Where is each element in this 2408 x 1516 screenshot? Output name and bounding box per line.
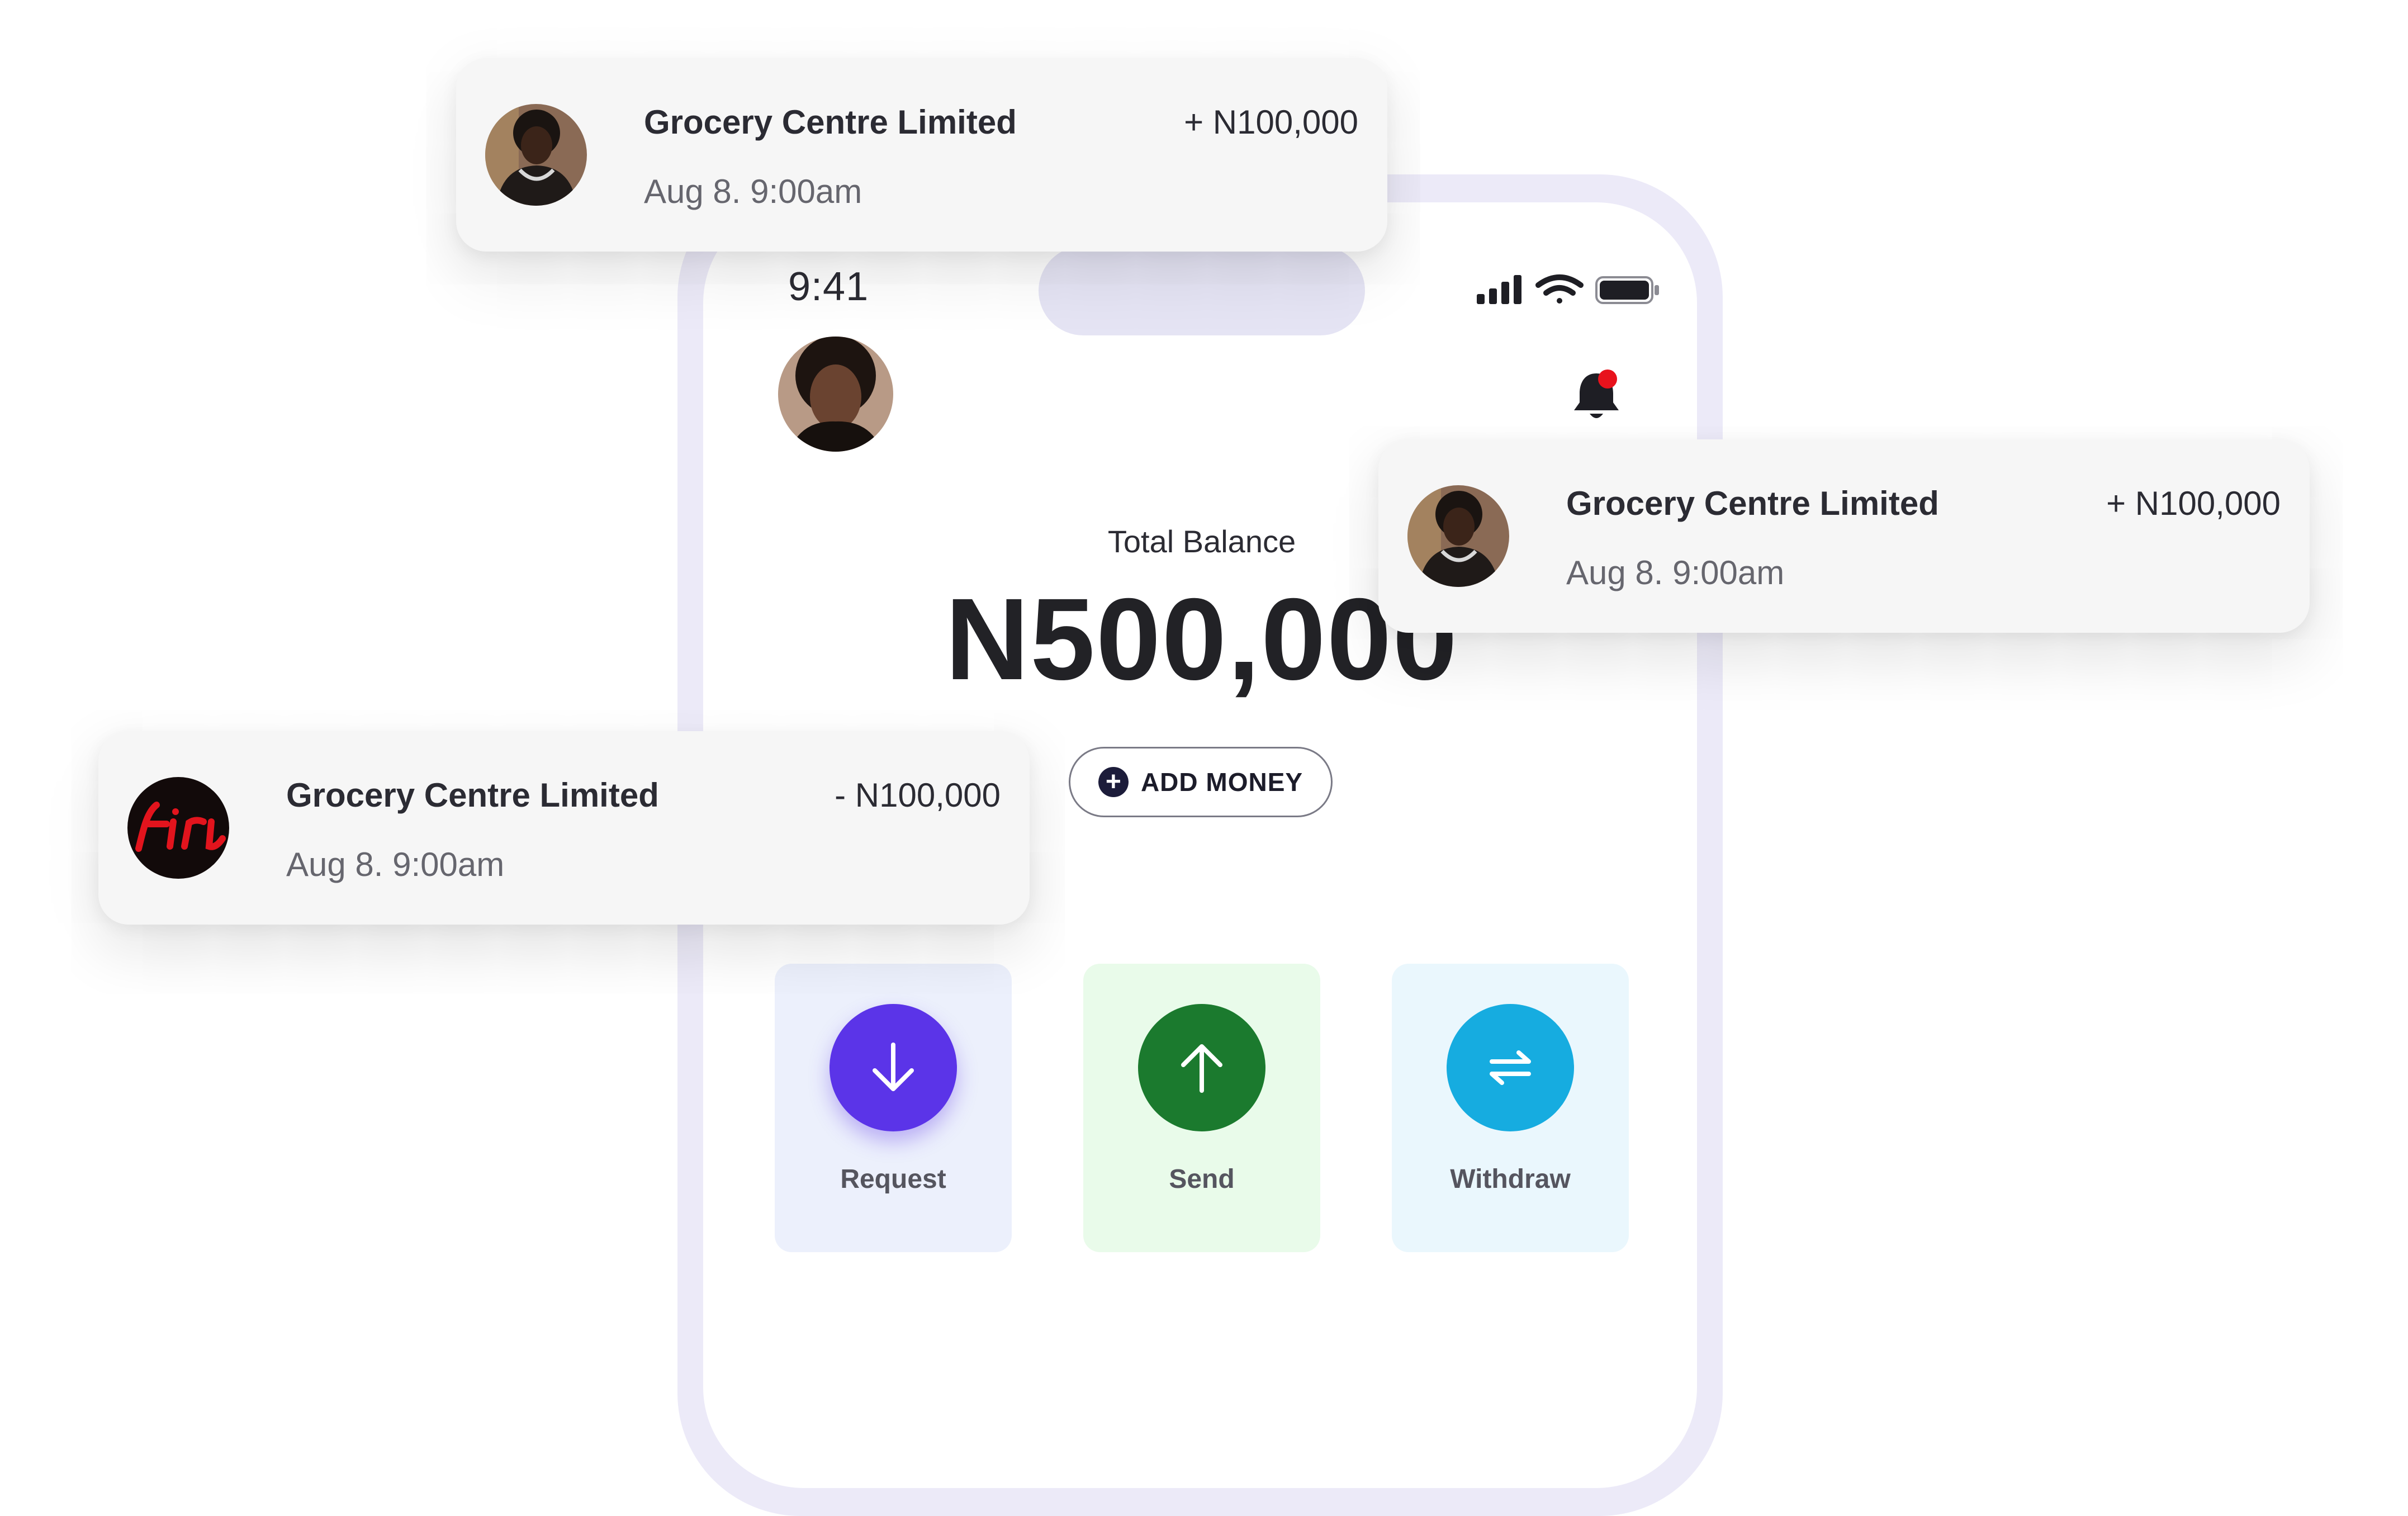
phone-notch <box>1039 246 1365 335</box>
merchant-name: Grocery Centre Limited <box>286 776 659 814</box>
arrow-down-icon <box>829 1004 957 1131</box>
merchant-avatar <box>1407 485 1509 587</box>
send-label: Send <box>1169 1164 1235 1194</box>
signal-icon <box>1477 275 1521 304</box>
wifi-icon <box>1535 274 1584 304</box>
user-avatar[interactable] <box>778 337 893 452</box>
withdraw-label: Withdraw <box>1450 1164 1571 1194</box>
transaction-time: Aug 8. 9:00am <box>286 846 505 883</box>
add-money-label: ADD MONEY <box>1140 768 1303 797</box>
send-button[interactable]: Send <box>1083 964 1320 1252</box>
request-label: Request <box>840 1164 946 1194</box>
transaction-notification-card[interactable]: Grocery Centre Limited + N100,000 Aug 8.… <box>1378 439 2310 633</box>
merchant-avatar <box>485 104 587 206</box>
transaction-amount: - N100,000 <box>835 776 1001 814</box>
notification-dot <box>1598 369 1617 389</box>
merchant-name: Grocery Centre Limited <box>644 103 1017 141</box>
transaction-notification-card[interactable]: Grocery Centre Limited - N100,000 Aug 8.… <box>98 731 1030 925</box>
arrow-up-icon <box>1138 1004 1265 1131</box>
request-button[interactable]: Request <box>775 964 1012 1252</box>
swap-arrows-icon <box>1447 1004 1574 1131</box>
plus-circle-icon: + <box>1098 767 1129 797</box>
transaction-notification-card[interactable]: Grocery Centre Limited + N100,000 Aug 8.… <box>456 58 1387 252</box>
merchant-avatar <box>127 777 229 879</box>
status-bar-icons <box>1476 273 1660 306</box>
withdraw-button[interactable]: Withdraw <box>1392 964 1629 1252</box>
total-balance-label: Total Balance <box>1107 524 1296 559</box>
status-bar-time: 9:41 <box>788 264 869 309</box>
transaction-time: Aug 8. 9:00am <box>1566 554 1785 591</box>
transaction-amount: + N100,000 <box>2106 485 2281 522</box>
battery-icon <box>1595 276 1659 304</box>
merchant-name: Grocery Centre Limited <box>1566 485 1939 522</box>
notification-bell-icon[interactable] <box>1570 368 1623 424</box>
transaction-amount: + N100,000 <box>1184 103 1358 141</box>
add-money-button[interactable]: + ADD MONEY <box>1069 747 1333 817</box>
transaction-time: Aug 8. 9:00am <box>644 173 862 210</box>
